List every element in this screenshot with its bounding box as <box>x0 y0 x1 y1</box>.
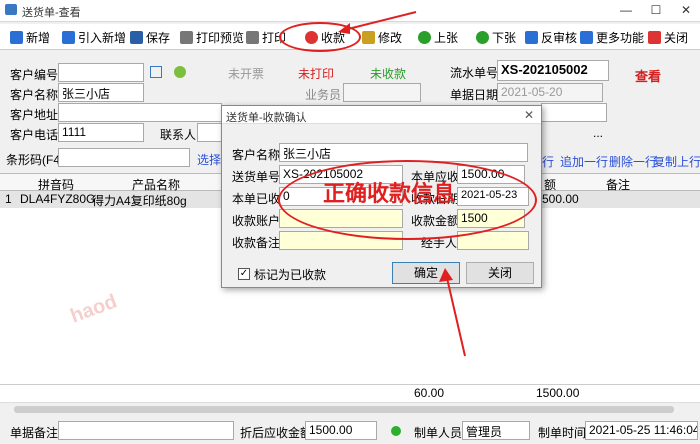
maximize-button[interactable]: ☐ <box>648 3 664 17</box>
app-icon <box>5 4 17 15</box>
payment-dialog: 送货单-收款确认 ✕ 客户名称 张三小店 送货单号 XS-202105002 本… <box>221 105 542 288</box>
toolbar-unaudit-button[interactable]: 反审核 <box>525 28 577 46</box>
footer: 单据备注 折后应收金额 1500.00 制单人员 管理员 制单时间 2021-0… <box>0 416 700 444</box>
dlg-order-label: 送货单号 <box>232 170 281 184</box>
serial-input[interactable]: XS-202105002 <box>497 60 609 81</box>
remark-label: 单据备注 <box>10 426 59 440</box>
dlg-account-label: 收款账户 <box>232 214 281 228</box>
row-pinyin: DLA4FYZ80G <box>20 192 96 206</box>
search-icon[interactable] <box>150 66 162 78</box>
refresh-icon[interactable] <box>174 66 186 78</box>
more-icon <box>580 30 593 44</box>
annotation-arrow-top <box>338 11 417 34</box>
dlg-paid-label: 本单已收 <box>232 192 281 206</box>
unaudit-icon <box>525 30 538 44</box>
salesman-label: 业务员 <box>305 88 342 102</box>
salesman-select[interactable] <box>343 83 421 102</box>
row-product: 得力A4复印纸80g <box>92 194 187 208</box>
barcode-label: 条形码(F4) <box>6 153 64 167</box>
time-label: 制单时间 <box>538 426 587 440</box>
customer-addr-label: 客户地址 <box>10 108 59 122</box>
plus-icon <box>10 30 23 44</box>
customer-phone-label: 客户电话 <box>10 128 59 142</box>
status-dot-icon <box>391 426 401 436</box>
delete-row-link[interactable]: 删除一行 <box>609 153 657 170</box>
annotation-arrow-bottom <box>439 268 466 357</box>
scroll-thumb[interactable] <box>14 406 674 413</box>
date-input[interactable]: 2021-05-20 <box>497 83 603 102</box>
status-print: 未打印 <box>298 67 335 81</box>
mark-paid-label: 标记为已收款 <box>254 268 327 282</box>
append-row-link[interactable]: 追加一行 <box>560 153 608 170</box>
plus-icon <box>62 30 75 44</box>
receivable-label: 折后应收金额 <box>240 426 313 440</box>
toolbar-print-preview-button[interactable]: 打印预览 <box>180 28 244 46</box>
close-icon <box>648 30 661 44</box>
dialog-close-icon[interactable]: ✕ <box>524 108 534 122</box>
dlg-remark-label: 收款备注 <box>232 236 281 250</box>
more-dots[interactable]: ... <box>593 126 603 140</box>
mark-paid-checkbox[interactable]: ✓ <box>238 268 250 280</box>
dialog-close-button[interactable]: 关闭 <box>466 262 534 284</box>
dialog-titlebar: 送货单-收款确认 ✕ <box>222 106 541 124</box>
maker-label: 制单人员 <box>414 426 463 440</box>
customer-no-label: 客户编号 <box>10 68 59 82</box>
window-close-button[interactable]: ✕ <box>678 3 694 17</box>
toolbar-close-button[interactable]: 关闭 <box>648 28 688 46</box>
customer-name-label: 客户名称 <box>10 88 59 102</box>
sum-qty: 60.00 <box>414 386 445 400</box>
row-index: 1 <box>5 192 12 206</box>
barcode-input[interactable] <box>58 148 190 167</box>
row-amount: 500.00 <box>542 192 579 206</box>
dialog-title: 送货单-收款确认 <box>226 112 307 124</box>
watermark: haod <box>67 290 120 328</box>
toolbar-more-button[interactable]: 更多功能 <box>580 28 644 46</box>
sum-amount: 1500.00 <box>536 386 580 400</box>
copy-row-link[interactable]: 复制上行 <box>653 153 700 170</box>
contact-input[interactable] <box>197 123 223 142</box>
toolbar-import-new-button[interactable]: 引入新增 <box>62 28 126 46</box>
maker-input[interactable]: 管理员 <box>462 421 530 440</box>
toolbar-next-button[interactable]: 下张 <box>476 28 516 46</box>
customer-addr-input[interactable] <box>58 103 222 122</box>
row-action-link[interactable]: 行 <box>542 153 554 170</box>
status-invoice: 未开票 <box>228 67 265 81</box>
customer-name-input[interactable]: 张三小店 <box>58 83 144 102</box>
grid-summary: 60.00 1500.00 <box>0 384 700 402</box>
toolbar-prev-button[interactable]: 上张 <box>418 28 458 46</box>
horizontal-scrollbar[interactable] <box>0 402 700 416</box>
extra-input[interactable] <box>541 103 607 122</box>
time-input[interactable]: 2021-05-25 11:46:04 <box>585 421 698 440</box>
customer-phone-input[interactable]: 1111 <box>58 123 144 142</box>
next-icon <box>476 30 489 44</box>
toolbar-new-button[interactable]: 新增 <box>10 28 50 46</box>
status-paid: 未收款 <box>370 67 407 81</box>
annotation-text: 正确收款信息 <box>323 181 456 206</box>
minimize-button[interactable]: — <box>618 3 634 17</box>
toolbar-save-button[interactable]: 保存 <box>130 28 170 46</box>
remark-input[interactable] <box>58 421 234 440</box>
dlg-customer-label: 客户名称 <box>232 148 281 162</box>
window-title: 送货单-查看 <box>22 7 81 19</box>
print-icon <box>246 30 259 44</box>
date-label: 单据日期 <box>450 88 499 102</box>
receivable-input[interactable]: 1500.00 <box>305 421 377 440</box>
save-icon <box>130 30 143 44</box>
view-label: 查看 <box>635 69 662 84</box>
serial-label: 流水单号 <box>450 66 499 80</box>
customer-no-input[interactable] <box>58 63 144 82</box>
print-preview-icon <box>180 30 193 44</box>
contact-label: 联系人 <box>160 128 197 142</box>
